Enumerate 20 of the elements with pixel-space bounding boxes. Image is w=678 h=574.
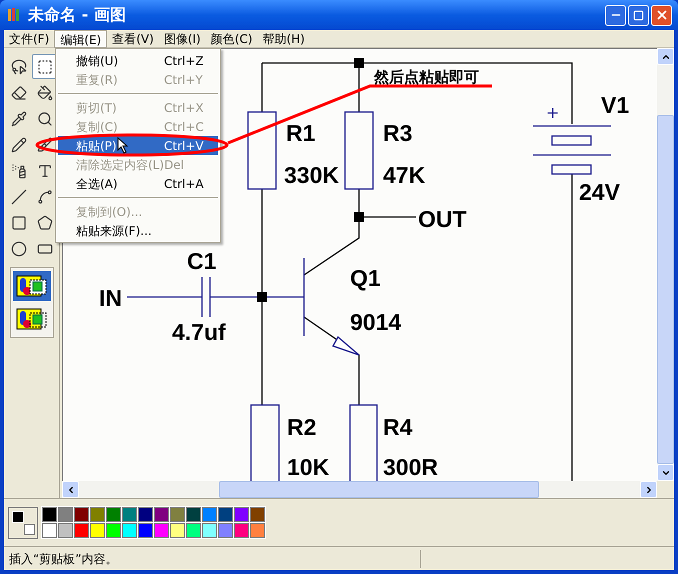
circuit-label: R4 [383,414,412,440]
circuit-label: R1 [286,120,316,146]
circuit-label: OUT [418,206,467,232]
circuit-label: 4.7uf [172,319,226,345]
circuit-label: 9014 [350,309,402,335]
circuit-label: 47K [383,162,426,188]
circuit-label: R2 [287,414,316,440]
window-title: 未命名 - 画图 [28,4,127,26]
plus-sign: + [546,103,560,122]
circuit-label: 24V [579,179,620,205]
circuit-label: 300R [383,454,438,480]
circuit-label: R3 [383,120,412,146]
circuit-label: 330K [284,162,339,188]
circuit-label: Q1 [350,265,381,291]
annotation-text: 然后点粘贴即可 [374,68,479,86]
circuit-label: C1 [187,248,216,274]
circuit-label: 10K [287,454,330,480]
circuit-label: V1 [601,92,630,118]
status-text: 插入“剪贴板”内容。 [4,550,421,568]
circuit-label: IN [99,285,122,311]
